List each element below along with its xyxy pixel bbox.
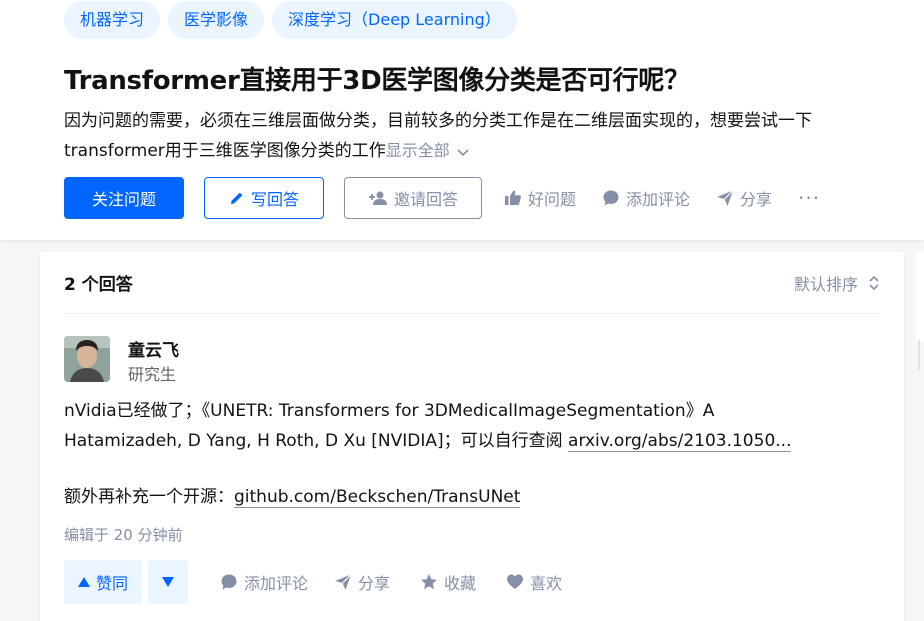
topic-list: 机器学习 医学影像 深度学习（Deep Learning）: [64, 1, 517, 39]
like-button[interactable]: 喜欢: [506, 570, 562, 594]
sort-label: 默认排序: [793, 274, 858, 294]
answer-share-button[interactable]: 分享: [334, 570, 390, 594]
avatar-image: [64, 336, 110, 382]
question-detail: 因为问题的需要，必须在三维层面做分类，目前较多的分类工作是在二维层面实现的，想要…: [64, 106, 904, 166]
avatar[interactable]: [64, 336, 110, 382]
arxiv-link[interactable]: arxiv.org/abs/2103.1050...: [568, 431, 792, 452]
share-label: 分享: [740, 190, 773, 209]
vote-up-label: 赞同: [96, 574, 129, 593]
question-header: 机器学习 医学影像 深度学习（Deep Learning） Transforme…: [0, 0, 924, 240]
question-actions: 关注问题 写回答 邀请回答 好问题 添加评论 分享 ···: [64, 177, 820, 219]
answer-paragraph: nVidia已经做了；《UNETR: Transformers for 3DMe…: [64, 401, 715, 421]
triangle-up-icon: [78, 577, 90, 587]
topic-tag-machine-learning[interactable]: 机器学习: [64, 1, 161, 39]
show-all-label: 显示全部: [385, 141, 450, 160]
answers-card: 2 个回答 默认排序 童云飞 研究生 nVidia已经做了；《UNETR: Tr…: [40, 252, 904, 621]
question-detail-line: transformer用于三维医学图像分类的工作显示全部: [64, 136, 904, 166]
answer-text: 额外再补充一个开源：: [64, 487, 234, 507]
favorite-label: 收藏: [444, 574, 477, 593]
follow-question-button[interactable]: 关注问题: [64, 177, 184, 219]
favorite-button[interactable]: 收藏: [420, 570, 476, 594]
add-comment-label: 添加评论: [626, 190, 691, 209]
share-icon: [335, 574, 352, 590]
topic-tag-medical-imaging[interactable]: 医学影像: [168, 1, 265, 39]
answer-count: 2 个回答: [64, 275, 133, 295]
triangle-down-icon: [162, 577, 175, 587]
star-icon: [421, 574, 438, 590]
good-question-button[interactable]: 好问题: [504, 186, 576, 210]
answer-add-comment-button[interactable]: 添加评论: [220, 570, 308, 594]
sort-arrows-icon: [869, 275, 879, 290]
pencil-icon: [230, 192, 243, 204]
sidebar-card-edge: [916, 252, 924, 342]
author-name[interactable]: 童云飞: [128, 336, 179, 361]
invite-answer-button[interactable]: 邀请回答: [344, 177, 482, 219]
good-question-label: 好问题: [528, 190, 577, 209]
question-title: Transformer直接用于3D医学图像分类是否可行呢？: [64, 66, 690, 96]
topic-tag-deep-learning[interactable]: 深度学习（Deep Learning）: [272, 1, 517, 39]
thumbs-up-icon: [505, 190, 521, 205]
share-button[interactable]: 分享: [716, 186, 772, 210]
add-user-icon: [368, 191, 387, 205]
like-label: 喜欢: [530, 574, 563, 593]
vote-up-button[interactable]: 赞同: [64, 560, 143, 604]
github-link[interactable]: github.com/Beckschen/TransUNet: [234, 487, 521, 508]
answer-share-label: 分享: [358, 574, 391, 593]
answer-paragraph: Hatamizadeh, D Yang, H Roth, D Xu [NVIDI…: [64, 426, 854, 456]
write-answer-button[interactable]: 写回答: [204, 177, 324, 219]
answers-header: 2 个回答 默认排序: [64, 252, 880, 314]
show-all-link[interactable]: 显示全部: [386, 141, 470, 160]
answer-text: Hatamizadeh, D Yang, H Roth, D Xu [NVIDI…: [64, 431, 569, 451]
chevron-down-icon: [457, 148, 469, 156]
comment-icon: [603, 190, 619, 206]
answer-paragraph: 额外再补充一个开源：github.com/Beckschen/TransUNet: [64, 482, 854, 512]
sort-dropdown[interactable]: 默认排序: [794, 271, 880, 295]
add-comment-button[interactable]: 添加评论: [602, 186, 690, 210]
author-headline: 研究生: [128, 365, 177, 384]
sidebar-divider: [918, 340, 920, 370]
question-detail-line: 因为问题的需要，必须在三维层面做分类，目前较多的分类工作是在二维层面实现的，想要…: [64, 111, 812, 131]
vote-down-button[interactable]: [148, 560, 189, 604]
comment-icon: [221, 574, 237, 590]
share-icon: [717, 190, 734, 206]
invite-answer-label: 邀请回答: [393, 190, 458, 209]
answer-content: nVidia已经做了；《UNETR: Transformers for 3DMe…: [64, 396, 854, 512]
more-options-button[interactable]: ···: [798, 186, 820, 210]
heart-icon: [507, 574, 524, 589]
write-answer-label: 写回答: [250, 190, 299, 209]
answer-actions: 赞同 添加评论 分享 收藏 喜欢: [64, 560, 562, 604]
answer-add-comment-label: 添加评论: [244, 574, 309, 593]
question-detail-text: transformer用于三维医学图像分类的工作: [64, 141, 386, 161]
edited-time[interactable]: 编辑于 20 分钟前: [64, 524, 183, 545]
